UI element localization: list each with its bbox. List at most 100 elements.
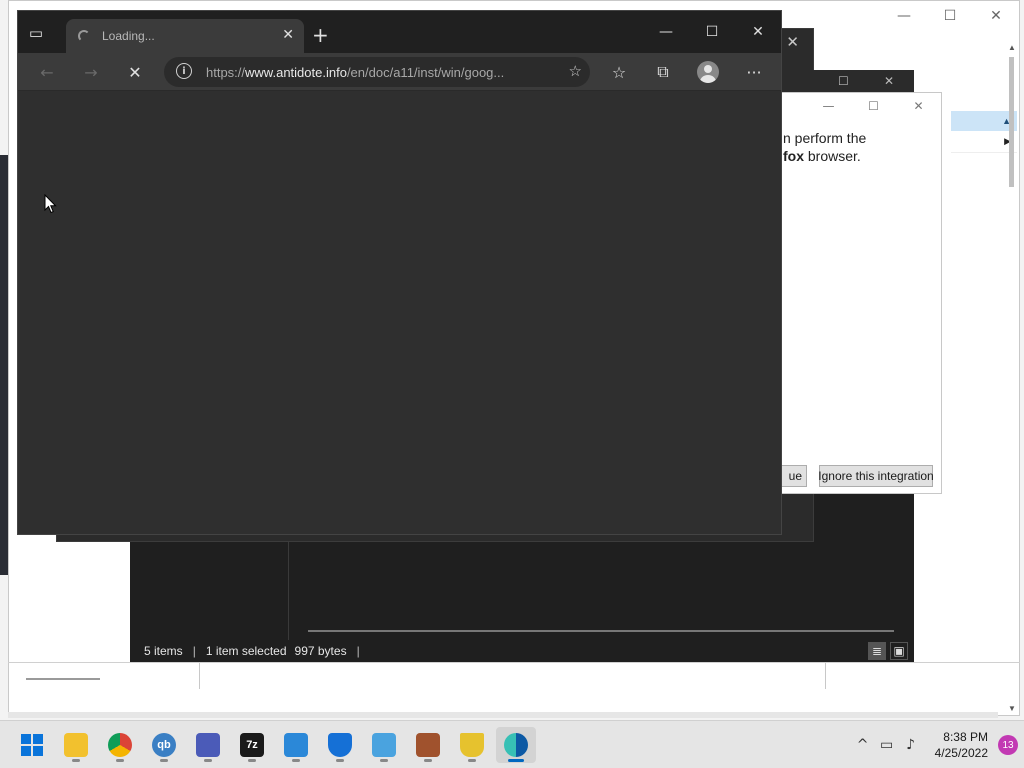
scroll-up-icon[interactable]: ▲ [1008, 43, 1016, 52]
close-icon[interactable]: ✕ [896, 95, 941, 117]
favorites-icon[interactable]: ☆ [604, 57, 634, 87]
running-indicator [72, 759, 80, 762]
taskbar-package-tool[interactable] [408, 727, 448, 763]
taskbar-7zip[interactable]: 7z [232, 727, 272, 763]
close-tab-icon[interactable]: ✕ [282, 27, 294, 43]
background-dark-strip [0, 155, 8, 575]
preview-view-icon[interactable]: ▣ [890, 642, 908, 660]
details-view-icon[interactable]: ≣ [868, 642, 886, 660]
page-content[interactable] [18, 91, 781, 534]
running-indicator [468, 759, 476, 762]
edge-icon [504, 733, 528, 757]
close-icon[interactable]: ✕ [735, 11, 781, 53]
view-toggle: ≣ ▣ [868, 642, 908, 660]
window-controls: — ☐ ✕ [643, 11, 781, 53]
scrollbar-thumb[interactable] [1009, 57, 1014, 187]
dialog-message-line2: fox browser. [783, 147, 866, 165]
taskbar-network-tool[interactable] [364, 727, 404, 763]
package-icon [416, 733, 440, 757]
taskbar-remote-desktop[interactable] [188, 727, 228, 763]
remote-desktop-icon [196, 733, 220, 757]
tab-actions-icon[interactable]: ▭ [26, 23, 46, 43]
start-button[interactable] [12, 727, 52, 763]
site-info-icon[interactable]: i [176, 63, 192, 79]
taskbar-chrome[interactable] [100, 727, 140, 763]
url-prefix: https:// [206, 65, 246, 80]
dialog-controls: — ☐ ✕ [806, 95, 941, 117]
stop-loading-icon[interactable]: ✕ [120, 57, 150, 87]
pane-divider[interactable] [288, 540, 289, 640]
add-favorite-icon[interactable]: ☆ [569, 62, 582, 80]
taskbar: qb 7z ^ ▭ ♪ 8:38 PM 4/25/2022 13 [0, 720, 1024, 768]
integration-dialog: — ☐ ✕ n perform the fox browser. ue Igno… [779, 92, 942, 494]
browser-window: ▭ Loading... ✕ + — ☐ ✕ ← → ✕ i https://w… [17, 10, 782, 535]
tab-bar: ▭ Loading... ✕ + — ☐ ✕ [18, 11, 781, 53]
running-indicator [336, 759, 344, 762]
selection-size: 997 bytes [294, 644, 347, 658]
more-options-icon[interactable]: ··· [739, 57, 769, 87]
browser-toolbar: ← → ✕ i https://www.antidote.info/en/doc… [18, 53, 781, 91]
ignore-integration-button[interactable]: Ignore this integration [818, 465, 934, 487]
vertical-scrollbar[interactable]: ▲ ▼ [1008, 43, 1016, 713]
file-list-scrollbar[interactable] [308, 630, 894, 632]
network-icon[interactable]: ▭ [875, 733, 899, 757]
loading-spinner-icon [78, 30, 90, 42]
avatar [697, 61, 719, 83]
taskbar-notepad[interactable] [276, 727, 316, 763]
close-icon[interactable]: ✕ [786, 33, 799, 51]
running-indicator [248, 759, 256, 762]
new-tab-icon[interactable]: + [312, 23, 329, 47]
notification-badge[interactable]: 13 [998, 735, 1018, 755]
minimize-icon[interactable]: — [643, 11, 689, 53]
maximize-icon[interactable]: ☐ [838, 74, 849, 88]
running-indicator [292, 759, 300, 762]
dialog-message-line1: n perform the [783, 130, 867, 146]
dialog-message-rest: browser. [804, 148, 861, 164]
url-domain: www.antidote.info [245, 65, 347, 80]
dark-window-titlebar: ☐ ✕ [780, 70, 914, 94]
shield-icon [328, 733, 352, 757]
maximize-icon[interactable]: ☐ [851, 95, 896, 117]
bottom-pane-1 [8, 663, 200, 689]
volume-icon[interactable]: ♪ [899, 733, 923, 757]
tab-title: Loading... [102, 29, 155, 43]
active-indicator [508, 759, 524, 762]
address-bar[interactable]: i https://www.antidote.info/en/doc/a11/i… [164, 57, 590, 87]
collections-icon[interactable]: ⧉ [648, 57, 678, 87]
taskbar-qbittorrent[interactable]: qb [144, 727, 184, 763]
qbittorrent-icon: qb [152, 733, 176, 757]
dialog-message: n perform the fox browser. [783, 129, 866, 165]
notepad-icon [284, 733, 308, 757]
clock-date: 4/25/2022 [934, 746, 988, 760]
clock[interactable]: 8:38 PM 4/25/2022 [935, 729, 988, 761]
status-separator: | [356, 644, 360, 658]
system-tray: ^ ▭ ♪ 8:38 PM 4/25/2022 13 [851, 721, 1024, 768]
forward-icon[interactable]: → [76, 57, 106, 87]
mouse-cursor-icon [44, 194, 57, 214]
7zip-icon: 7z [240, 733, 264, 757]
close-icon[interactable]: ✕ [973, 1, 1019, 31]
windows-logo-icon [21, 734, 43, 756]
horizontal-scrollbar[interactable] [8, 712, 998, 718]
scroll-down-icon[interactable]: ▼ [1008, 704, 1016, 713]
taskbar-windows-security[interactable] [320, 727, 360, 763]
minimize-icon[interactable]: — [881, 1, 927, 31]
bottom-pane-2 [204, 663, 826, 689]
taskbar-edge[interactable] [496, 727, 536, 763]
taskbar-file-explorer[interactable] [56, 727, 96, 763]
back-icon[interactable]: ← [32, 57, 62, 87]
profile-button[interactable] [693, 57, 723, 87]
active-tab[interactable]: Loading... ✕ [66, 19, 304, 53]
taskbar-lab-flask[interactable] [452, 727, 492, 763]
maximize-icon[interactable]: ☐ [689, 11, 735, 53]
background-bottom-panel [8, 662, 1020, 689]
close-icon[interactable]: ✕ [884, 74, 894, 88]
status-separator: | [192, 644, 196, 658]
minimize-icon[interactable]: — [806, 95, 851, 117]
continue-button[interactable]: ue [779, 465, 807, 487]
item-count: 5 items [144, 644, 183, 658]
maximize-icon[interactable]: ☐ [927, 1, 973, 31]
chevron-up-icon[interactable]: ^ [851, 733, 875, 757]
selection-count: 1 item selected [205, 644, 287, 658]
background-window-controls: — ☐ ✕ [881, 1, 1019, 31]
